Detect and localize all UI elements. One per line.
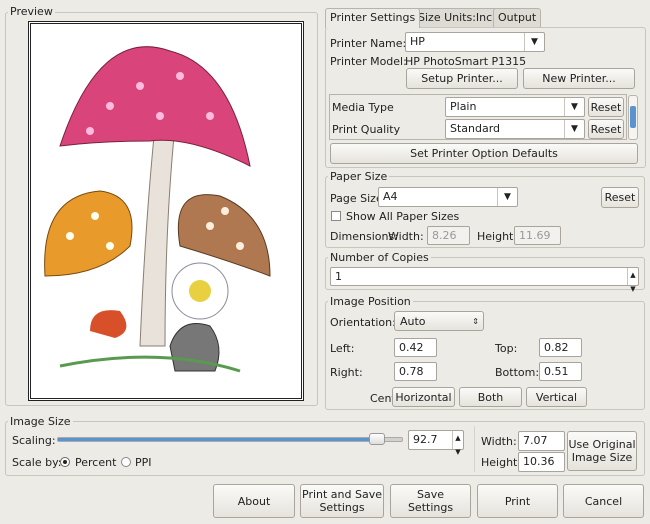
print-quality-label: Print Quality (332, 123, 401, 136)
cancel-button[interactable]: Cancel (563, 484, 644, 518)
copies-value: 1 (335, 270, 342, 283)
media-type-select[interactable]: Plain ▼ (445, 97, 585, 117)
print-button[interactable]: Print (477, 484, 558, 518)
slider-fill (58, 438, 377, 441)
preview-image (44, 46, 271, 373)
paper-width-label: Width: (388, 230, 424, 243)
media-type-label: Media Type (332, 101, 394, 114)
tab-printer-settings[interactable]: Printer Settings (325, 8, 421, 28)
left-label: Left: (330, 342, 355, 355)
right-label: Right: (330, 366, 363, 379)
center-horizontal-button[interactable]: Horizontal (392, 387, 455, 407)
orientation-select[interactable]: Auto ⇕ (394, 311, 484, 331)
preview-paper (28, 21, 304, 401)
printer-name-value: HP (410, 35, 425, 48)
chevron-down-icon: ▼ (497, 188, 517, 206)
spin-arrows-icon[interactable]: ▲ ▼ (452, 431, 463, 456)
image-height-label: Height: (481, 456, 522, 469)
setup-printer-button[interactable]: Setup Printer... (406, 68, 518, 89)
media-type-value: Plain (450, 100, 477, 113)
paper-height-label: Height: (477, 230, 518, 243)
media-type-reset-button[interactable]: Reset (588, 97, 624, 117)
orientation-value: Auto (400, 314, 426, 328)
page-size-select[interactable]: A4 ▼ (378, 187, 518, 207)
new-printer-button[interactable]: New Printer... (523, 68, 635, 89)
ppi-radio[interactable] (121, 457, 131, 467)
image-size-title: Image Size (8, 415, 73, 428)
image-width-field[interactable]: 7.07 (518, 431, 565, 451)
printer-name-select[interactable]: HP ▼ (405, 32, 545, 52)
copies-spinner[interactable]: 1 ▲ ▼ (330, 267, 639, 293)
preview-title: Preview (8, 5, 55, 18)
center-both-button[interactable]: Both (459, 387, 522, 407)
top-label: Top: (495, 342, 518, 355)
printer-name-label: Printer Name: (330, 37, 407, 50)
printer-model-value: HP PhotoSmart P1315 (405, 55, 527, 68)
chevron-down-icon: ▼ (524, 33, 544, 51)
tab-size-units[interactable]: Size Units:Inch (413, 8, 505, 27)
scaling-value: 92.7 (413, 433, 438, 446)
chevron-down-icon: ▼ (564, 98, 584, 116)
scaling-label: Scaling: (12, 434, 56, 447)
image-height-field[interactable]: 10.36 (518, 452, 565, 472)
set-printer-option-defaults-button[interactable]: Set Printer Option Defaults (330, 143, 638, 164)
print-quality-value: Standard (450, 122, 501, 135)
scale-by-label: Scale by: (12, 456, 62, 469)
bottom-label: Bottom: (495, 366, 540, 379)
tab-output[interactable]: Output (493, 8, 542, 27)
page-size-value: A4 (383, 190, 398, 203)
image-position-title: Image Position (328, 295, 413, 308)
chevron-down-icon: ▼ (564, 120, 584, 138)
spin-arrows-icon[interactable]: ▲ ▼ (627, 268, 638, 293)
save-settings-button[interactable]: Save Settings (390, 484, 471, 518)
center-vertical-button[interactable]: Vertical (526, 387, 587, 407)
scaling-spinner[interactable]: 92.7 ▲ ▼ (408, 430, 464, 456)
left-field[interactable]: 0.42 (394, 338, 437, 357)
about-button[interactable]: About (213, 484, 295, 518)
scaling-slider[interactable] (57, 433, 403, 445)
paper-size-title: Paper Size (328, 170, 390, 183)
options-scrollbar[interactable] (628, 95, 638, 140)
scrollbar-thumb[interactable] (630, 106, 636, 128)
paper-size-reset-button[interactable]: Reset (601, 187, 639, 208)
show-all-paper-sizes-checkbox[interactable] (331, 211, 341, 221)
paper-width-field: 8.26 (427, 226, 470, 245)
show-all-paper-sizes-label: Show All Paper Sizes (346, 210, 460, 223)
print-quality-reset-button[interactable]: Reset (588, 119, 624, 139)
printer-model-label: Printer Model: (330, 55, 407, 68)
percent-radio[interactable] (60, 457, 70, 467)
separator (474, 426, 475, 472)
copies-title: Number of Copies (328, 251, 431, 264)
right-field[interactable]: 0.78 (394, 362, 437, 381)
top-field[interactable]: 0.82 (539, 338, 582, 357)
slider-thumb[interactable] (368, 433, 385, 445)
page-size-label: Page Size (330, 192, 383, 205)
percent-label: Percent (75, 456, 117, 469)
print-and-save-settings-button[interactable]: Print and Save Settings (300, 484, 384, 518)
image-width-label: Width: (481, 435, 517, 448)
orientation-label: Orientation: (330, 316, 396, 329)
use-original-image-size-button[interactable]: Use Original Image Size (567, 431, 637, 471)
chevron-updown-icon: ⇕ (472, 316, 479, 326)
paper-height-field: 11.69 (514, 226, 561, 245)
bottom-field[interactable]: 0.51 (539, 362, 582, 381)
ppi-label: PPI (135, 456, 152, 469)
print-quality-select[interactable]: Standard ▼ (445, 119, 585, 139)
